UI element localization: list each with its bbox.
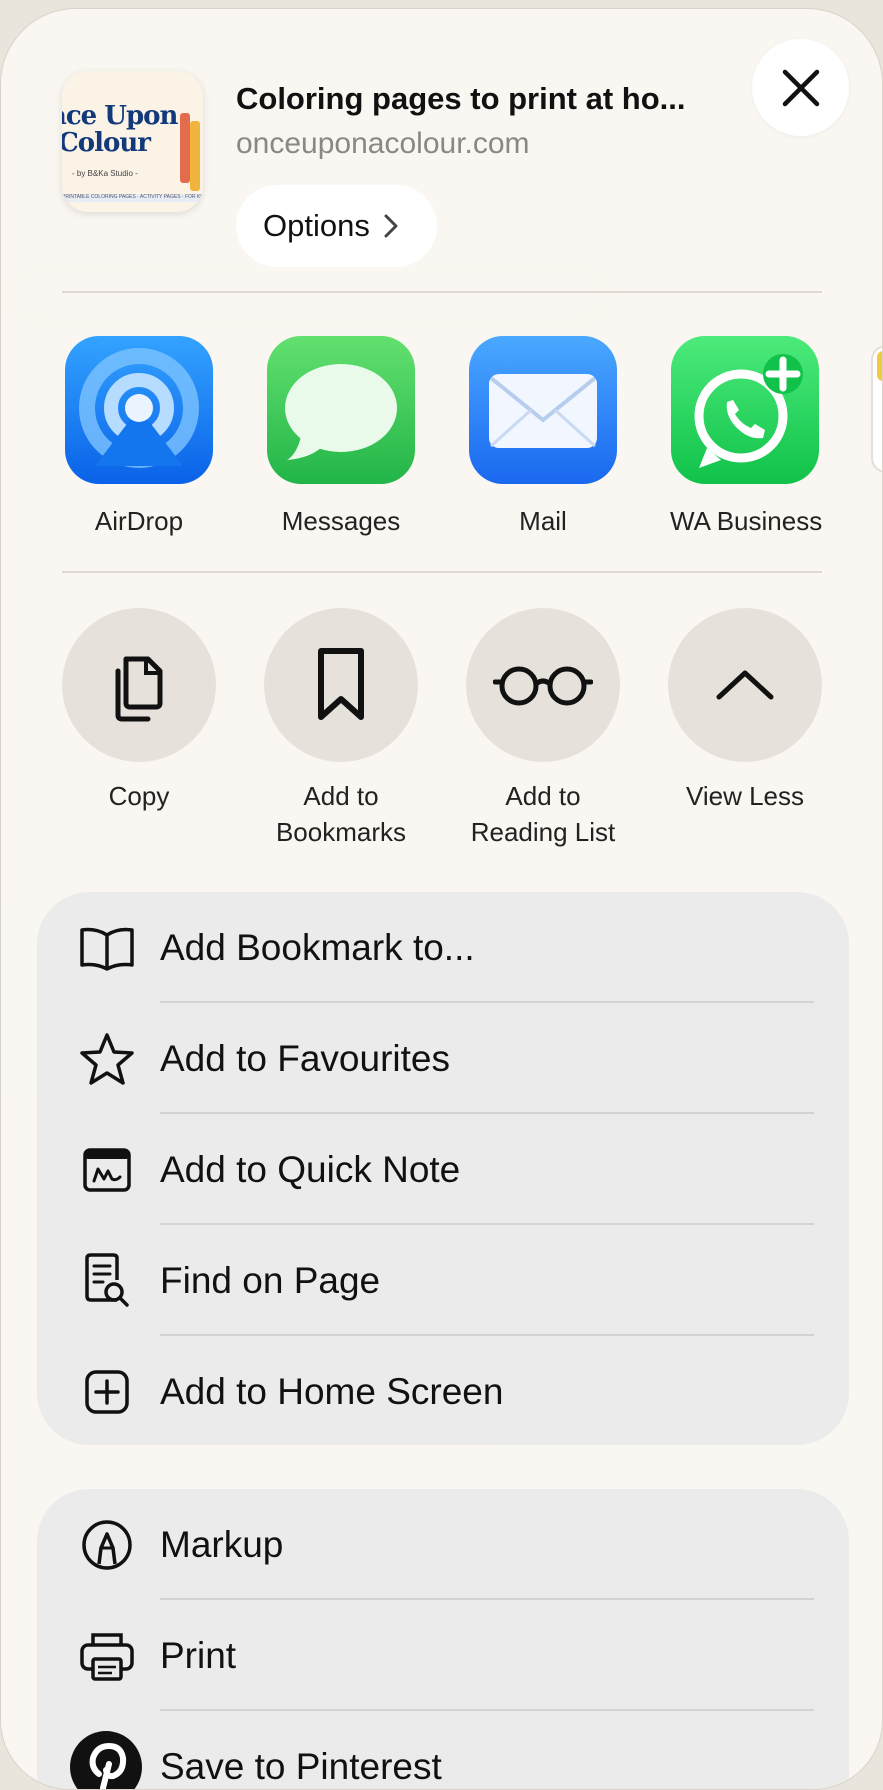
divider bbox=[62, 291, 822, 293]
options-button[interactable]: Options bbox=[236, 185, 437, 267]
menu-item-label: Add to Favourites bbox=[160, 1037, 450, 1079]
menu-item-add-to-home-screen[interactable]: Add to Home Screen bbox=[37, 1336, 849, 1445]
action-label: Add to Reading List bbox=[470, 781, 616, 847]
menu-item-save-to-pinterest[interactable]: Save to Pinterest bbox=[37, 1711, 849, 1789]
app-label: AirDrop bbox=[94, 506, 184, 536]
menu-item-add-to-favourites[interactable]: Add to Favourites bbox=[37, 1003, 849, 1114]
mail-icon bbox=[469, 336, 617, 484]
menu-group-more-actions: Markup Print Save to Pinterest bbox=[37, 1489, 849, 1789]
page-thumbnail: ace Upon Colour - by B&Ka Studio - PRINT… bbox=[62, 71, 203, 212]
menu-item-label: Add to Quick Note bbox=[160, 1148, 461, 1190]
find-on-page-icon bbox=[85, 1252, 129, 1307]
share-app-airdrop[interactable]: AirDrop bbox=[64, 336, 214, 537]
airdrop-icon bbox=[65, 336, 213, 484]
chevron-right-icon bbox=[384, 214, 398, 238]
messages-icon bbox=[267, 336, 415, 484]
app-label: WA Business bbox=[670, 506, 823, 536]
page-title: Coloring pages to print at ho... bbox=[236, 81, 686, 116]
glasses-icon bbox=[493, 666, 593, 706]
printer-icon bbox=[80, 1632, 134, 1681]
book-icon bbox=[80, 927, 134, 971]
menu-item-print[interactable]: Print bbox=[37, 1600, 849, 1711]
action-copy[interactable]: Copy bbox=[54, 608, 224, 814]
next-app-peek[interactable] bbox=[871, 345, 882, 473]
thumbnail-byline: - by B&Ka Studio - bbox=[72, 169, 138, 178]
bookmark-icon bbox=[318, 648, 364, 720]
page-url: onceuponacolour.com bbox=[236, 127, 530, 160]
share-app-messages[interactable]: Messages bbox=[266, 336, 416, 537]
action-add-to-bookmarks[interactable]: Add to Bookmarks bbox=[256, 608, 426, 850]
menu-item-label: Add Bookmark to... bbox=[160, 926, 475, 968]
share-app-wa-business[interactable]: WA Business bbox=[670, 336, 823, 537]
action-label: Add to Bookmarks bbox=[275, 781, 407, 847]
menu-item-find-on-page[interactable]: Find on Page bbox=[37, 1225, 849, 1336]
menu-group-page-actions: Add Bookmark to... Add to Favourites Add… bbox=[37, 892, 849, 1445]
options-label: Options bbox=[263, 208, 370, 243]
share-app-mail[interactable]: Mail bbox=[468, 336, 618, 537]
add-square-icon bbox=[85, 1369, 129, 1414]
action-view-less[interactable]: View Less bbox=[660, 608, 830, 814]
menu-item-label: Add to Home Screen bbox=[160, 1370, 504, 1412]
whatsapp-business-icon bbox=[671, 336, 819, 484]
chevron-up-icon bbox=[716, 670, 774, 700]
thumbnail-strip: PRINTABLE COLORING PAGES · ACTIVITY PAGE… bbox=[62, 194, 203, 202]
action-label: View Less bbox=[685, 781, 805, 811]
close-icon bbox=[782, 69, 819, 106]
markup-icon bbox=[82, 1519, 132, 1570]
action-label: Copy bbox=[108, 781, 170, 811]
star-icon bbox=[80, 1032, 134, 1085]
share-sheet: ace Upon Colour - by B&Ka Studio - PRINT… bbox=[0, 8, 883, 1790]
menu-item-markup[interactable]: Markup bbox=[37, 1489, 849, 1600]
close-button[interactable] bbox=[752, 39, 849, 136]
menu-item-label: Markup bbox=[160, 1523, 284, 1565]
pinterest-icon bbox=[70, 1730, 142, 1789]
copy-icon bbox=[115, 656, 163, 722]
menu-item-label: Print bbox=[160, 1634, 237, 1676]
menu-item-label: Find on Page bbox=[160, 1259, 381, 1301]
action-add-to-reading-list[interactable]: Add to Reading List bbox=[458, 608, 628, 850]
quick-note-icon bbox=[83, 1147, 131, 1192]
menu-item-add-to-quick-note[interactable]: Add to Quick Note bbox=[37, 1114, 849, 1225]
menu-item-label: Save to Pinterest bbox=[160, 1745, 442, 1787]
divider bbox=[62, 571, 822, 573]
app-label: Messages bbox=[281, 506, 401, 536]
menu-item-add-bookmark-to[interactable]: Add Bookmark to... bbox=[37, 892, 849, 1003]
app-label: Mail bbox=[519, 506, 567, 536]
